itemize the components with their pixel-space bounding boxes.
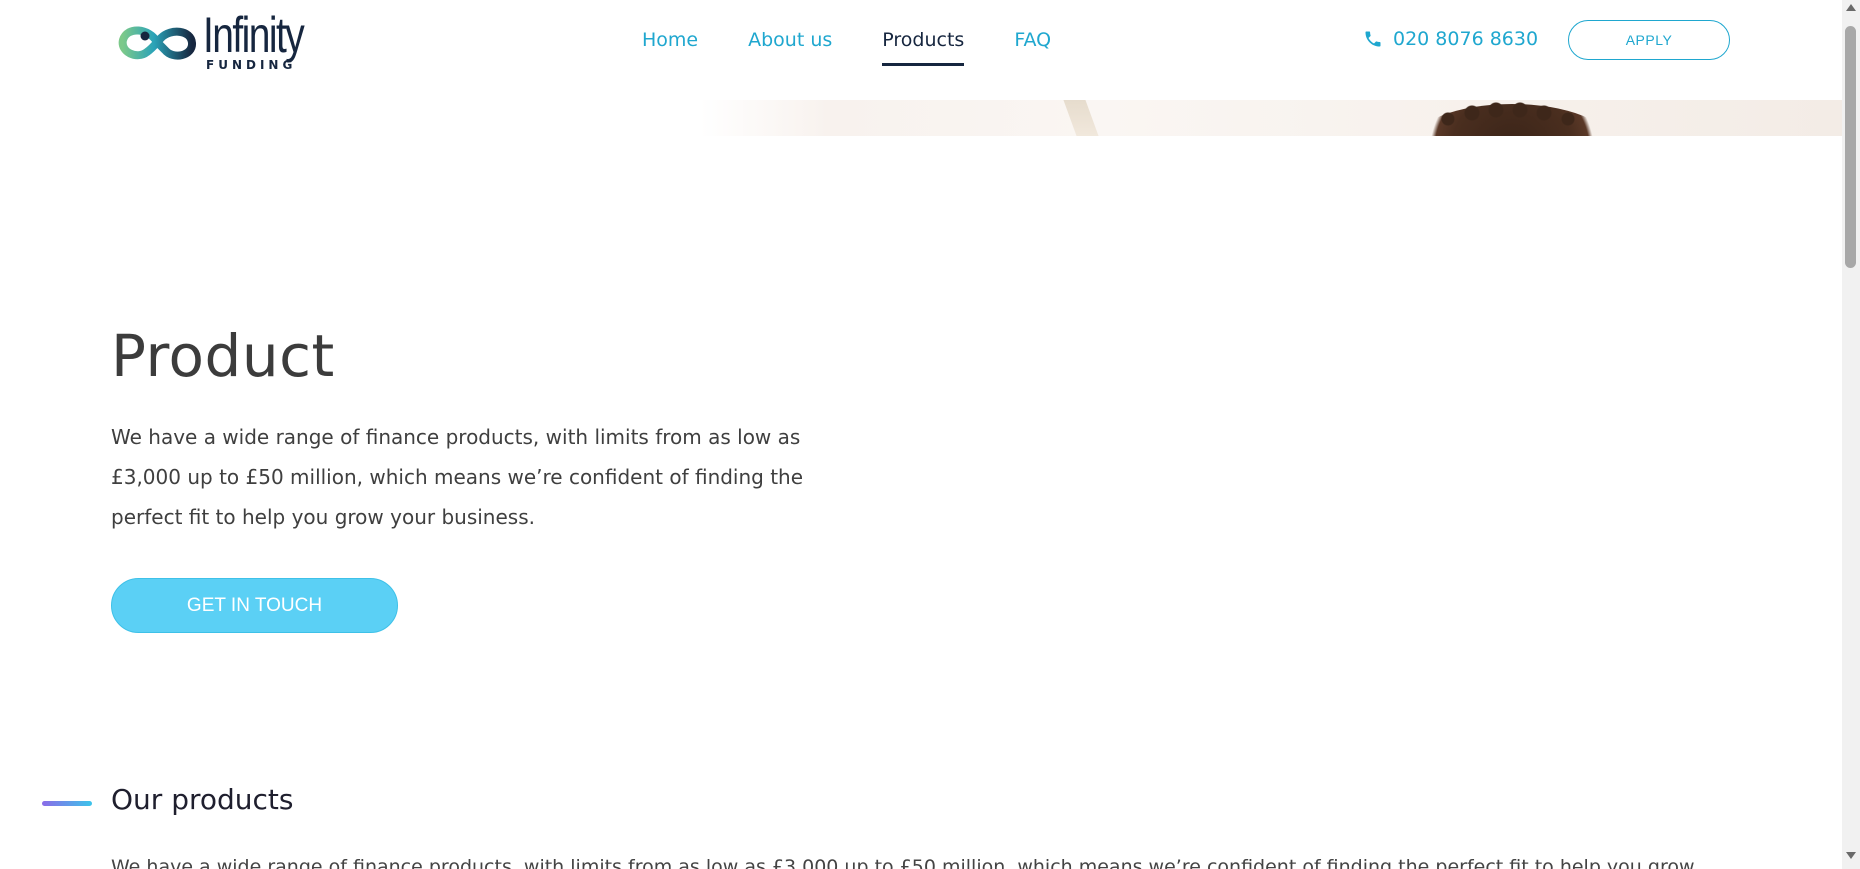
logo-wordmark: Infinity — [203, 7, 305, 63]
site-header: Infinity FUNDING Home About us Products … — [0, 0, 1842, 82]
page: Infinity FUNDING Home About us Products … — [0, 0, 1860, 869]
page-title: Product — [111, 322, 335, 390]
scroll-up-arrow-icon[interactable] — [1846, 4, 1856, 11]
get-in-touch-button[interactable]: GET IN TOUCH — [111, 578, 398, 633]
nav-home[interactable]: Home — [642, 0, 698, 51]
hero-image — [0, 100, 1842, 136]
main-nav: Home About us Products FAQ — [642, 0, 1101, 82]
hero-image-lamp — [1063, 100, 1099, 136]
infinity-loop-icon — [118, 26, 196, 60]
hero-image-person — [1412, 100, 1612, 136]
logo-subtitle: FUNDING — [206, 58, 297, 72]
phone-number: 020 8076 8630 — [1393, 28, 1539, 50]
hero-description: We have a wide range of finance products… — [111, 425, 804, 529]
vertical-scrollbar[interactable] — [1842, 0, 1860, 869]
scroll-down-arrow-icon[interactable] — [1846, 852, 1856, 859]
site-logo[interactable]: Infinity FUNDING — [115, 7, 335, 74]
nav-about-us[interactable]: About us — [748, 0, 832, 51]
phone-icon — [1365, 31, 1381, 47]
nav-faq[interactable]: FAQ — [1014, 0, 1051, 51]
section-title-our-products: Our products — [111, 783, 294, 816]
apply-button[interactable]: APPLY — [1568, 20, 1730, 60]
scrollbar-thumb[interactable] — [1845, 26, 1856, 268]
nav-products[interactable]: Products — [882, 0, 965, 66]
section-description: We have a wide range of finance products… — [111, 856, 1695, 869]
phone-link[interactable]: 020 8076 8630 — [1363, 28, 1538, 50]
section-accent-line — [42, 801, 92, 806]
